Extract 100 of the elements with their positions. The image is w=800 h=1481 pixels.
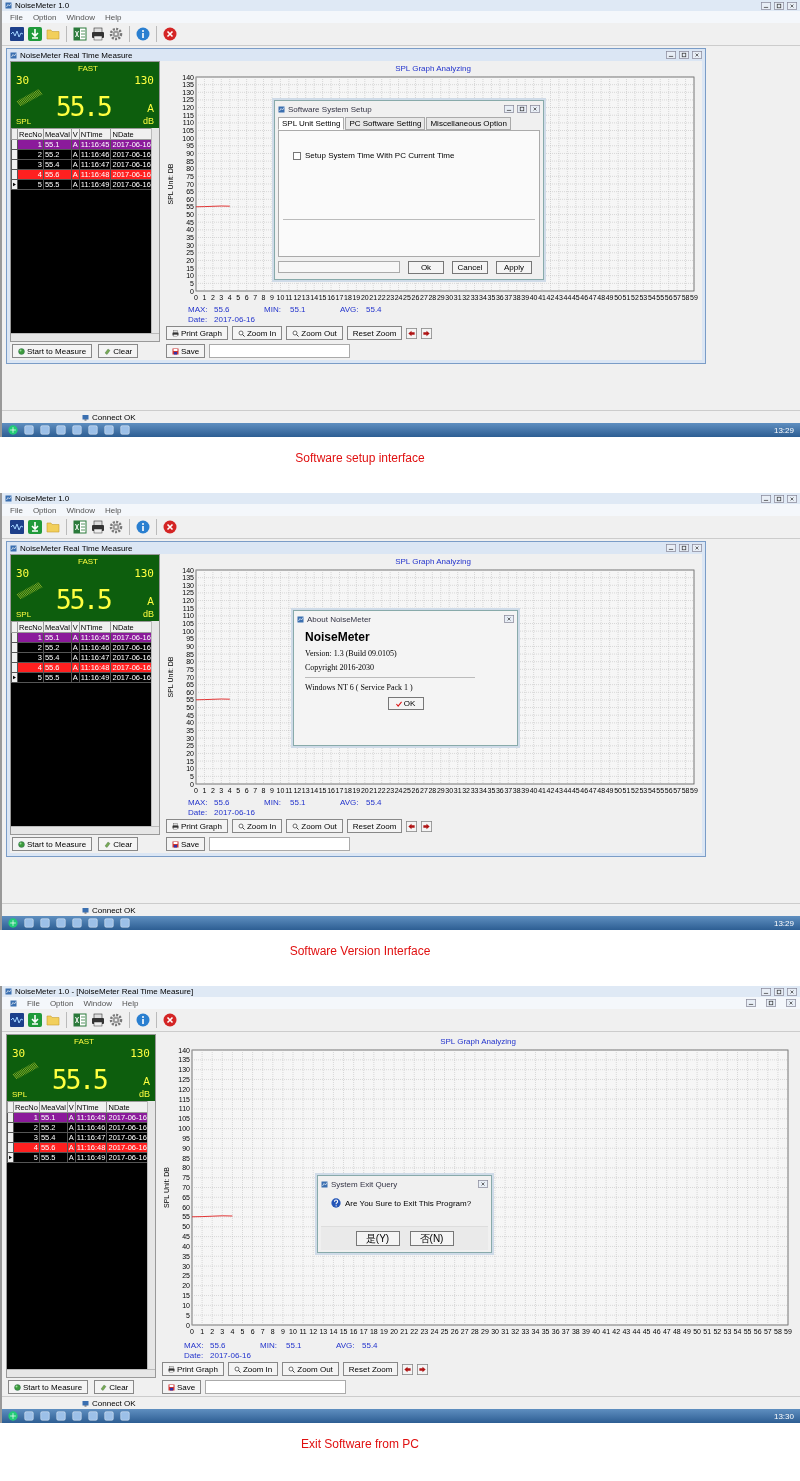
zoom-in-button[interactable]: Zoom In xyxy=(231,819,283,833)
close-button[interactable] xyxy=(692,50,702,60)
clear-button[interactable]: Clear xyxy=(98,344,139,358)
gear-icon[interactable] xyxy=(109,27,123,41)
maximize-button[interactable] xyxy=(679,543,689,553)
maximize-button[interactable] xyxy=(774,0,784,11)
close-icon[interactable] xyxy=(163,1013,177,1027)
print-button[interactable]: Print Graph xyxy=(166,326,228,340)
maximize-button[interactable] xyxy=(774,493,784,504)
printer-icon[interactable] xyxy=(91,27,105,41)
checkbox[interactable] xyxy=(293,151,301,160)
close-button[interactable] xyxy=(504,614,514,624)
start-button[interactable]: Start to Measure xyxy=(12,837,93,851)
waveform-icon[interactable] xyxy=(10,1013,24,1027)
info-icon[interactable] xyxy=(136,520,150,534)
ok-button[interactable]: OK xyxy=(387,697,424,710)
info-icon[interactable] xyxy=(136,1013,150,1027)
start-button[interactable]: Start to Measure xyxy=(8,1380,89,1394)
arrow-right-button[interactable] xyxy=(421,820,433,832)
menu-item[interactable]: Window xyxy=(66,505,95,515)
zoom-out-button[interactable]: Zoom Out xyxy=(286,326,343,340)
download-icon[interactable] xyxy=(28,520,42,534)
close-button[interactable] xyxy=(478,1179,488,1189)
scrollbar[interactable] xyxy=(7,1369,155,1377)
download-icon[interactable] xyxy=(28,27,42,41)
arrow-left-button[interactable] xyxy=(406,327,418,339)
reset-button[interactable]: Reset Zoom xyxy=(346,326,403,340)
save-button[interactable]: Save xyxy=(166,344,206,358)
scrollbar[interactable] xyxy=(147,1101,155,1369)
zoom-out-button[interactable]: Zoom Out xyxy=(286,819,343,833)
arrow-left-button[interactable] xyxy=(406,820,418,832)
menu-item[interactable]: Option xyxy=(32,505,57,515)
minimize-button[interactable] xyxy=(666,543,676,553)
scrollbar[interactable] xyxy=(151,128,159,333)
close-button[interactable] xyxy=(692,543,702,553)
maximize-button[interactable] xyxy=(517,104,527,114)
save-button[interactable]: Save xyxy=(166,837,206,851)
text-field[interactable] xyxy=(209,344,351,358)
minimize-button[interactable] xyxy=(761,0,771,11)
menu-item[interactable]: File xyxy=(10,12,23,22)
tab[interactable]: Miscellaneous Option xyxy=(426,117,511,130)
minimize-button[interactable] xyxy=(666,50,676,60)
menu-item[interactable]: File xyxy=(27,998,40,1008)
gear-icon[interactable] xyxy=(109,1013,123,1027)
start-orb-icon[interactable] xyxy=(8,425,18,435)
print-button[interactable]: Print Graph xyxy=(166,819,228,833)
start-orb-icon[interactable] xyxy=(8,1411,18,1421)
dialog-button[interactable]: Cancel xyxy=(452,260,488,274)
close-icon[interactable] xyxy=(163,27,177,41)
printer-icon[interactable] xyxy=(91,520,105,534)
dialog-button[interactable]: 否(N) xyxy=(409,1231,454,1246)
zoom-in-button[interactable]: Zoom In xyxy=(227,1362,279,1376)
maximize-button[interactable] xyxy=(766,998,776,1008)
download-icon[interactable] xyxy=(28,1013,42,1027)
scrollbar[interactable] xyxy=(11,333,159,341)
zoom-in-button[interactable]: Zoom In xyxy=(231,326,283,340)
menu-item[interactable]: Help xyxy=(104,12,122,22)
menu-item[interactable]: Option xyxy=(49,998,74,1008)
save-button[interactable]: Save xyxy=(162,1380,202,1394)
dialog-button[interactable]: Ok xyxy=(408,260,444,274)
print-button[interactable]: Print Graph xyxy=(162,1362,224,1376)
close-button[interactable] xyxy=(787,986,797,997)
minimize-button[interactable] xyxy=(746,998,756,1008)
start-orb-icon[interactable] xyxy=(8,918,18,928)
close-button[interactable] xyxy=(786,998,796,1008)
menu-item[interactable]: Window xyxy=(83,998,112,1008)
gear-icon[interactable] xyxy=(109,520,123,534)
printer-icon[interactable] xyxy=(91,1013,105,1027)
waveform-icon[interactable] xyxy=(10,27,24,41)
waveform-icon[interactable] xyxy=(10,520,24,534)
arrow-right-button[interactable] xyxy=(417,1363,429,1375)
arrow-right-button[interactable] xyxy=(421,327,433,339)
text-field[interactable] xyxy=(205,1380,347,1394)
arrow-left-button[interactable] xyxy=(402,1363,414,1375)
spreadsheet-icon[interactable] xyxy=(73,1013,87,1027)
tab[interactable]: SPL Unit Setting xyxy=(278,117,345,130)
start-button[interactable]: Start to Measure xyxy=(12,344,93,358)
menu-item[interactable]: Option xyxy=(32,12,57,22)
maximize-button[interactable] xyxy=(774,986,784,997)
maximize-button[interactable] xyxy=(679,50,689,60)
close-button[interactable] xyxy=(787,0,797,11)
text-field[interactable] xyxy=(209,837,351,851)
dialog-button[interactable]: 是(Y) xyxy=(355,1231,400,1246)
clear-button[interactable]: Clear xyxy=(98,837,139,851)
close-icon[interactable] xyxy=(163,520,177,534)
dialog-button[interactable]: Apply xyxy=(496,260,532,274)
spreadsheet-icon[interactable] xyxy=(73,27,87,41)
menu-item[interactable]: Window xyxy=(66,12,95,22)
minimize-button[interactable] xyxy=(761,986,771,997)
reset-button[interactable]: Reset Zoom xyxy=(346,819,403,833)
reset-button[interactable]: Reset Zoom xyxy=(342,1362,399,1376)
close-button[interactable] xyxy=(787,493,797,504)
zoom-out-button[interactable]: Zoom Out xyxy=(282,1362,339,1376)
menu-item[interactable]: File xyxy=(10,505,23,515)
menu-item[interactable]: Help xyxy=(104,505,122,515)
tab[interactable]: PC Software Setting xyxy=(345,117,426,130)
minimize-button[interactable] xyxy=(504,104,514,114)
spreadsheet-icon[interactable] xyxy=(73,520,87,534)
info-icon[interactable] xyxy=(136,27,150,41)
scrollbar[interactable] xyxy=(11,826,159,834)
